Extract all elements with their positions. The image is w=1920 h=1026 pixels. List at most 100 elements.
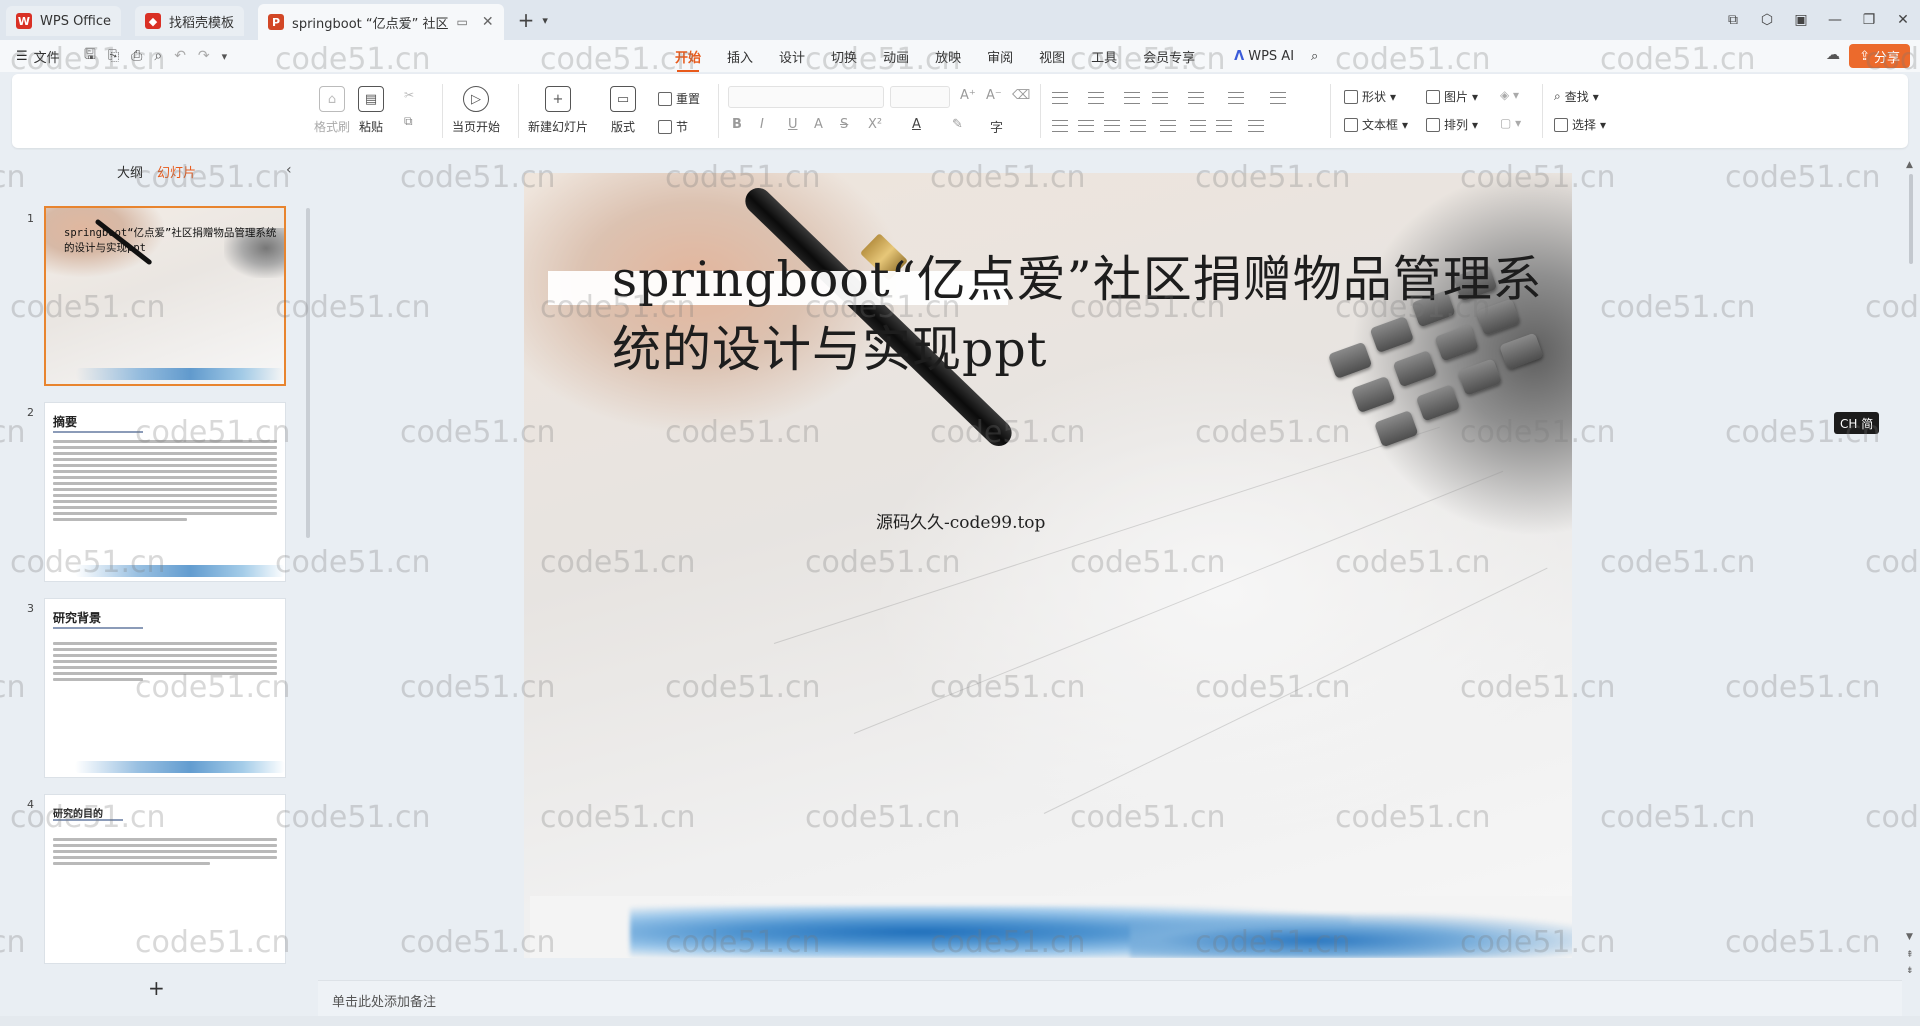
slide-canvas[interactable]: springboot“亿点爱”社区捐赠物品管理系统的设计与实现ppt 源码久久-…: [524, 173, 1572, 958]
italic-icon[interactable]: I: [760, 117, 764, 132]
strikethrough-icon[interactable]: S: [840, 117, 848, 132]
select-button[interactable]: 选择 ▾: [1554, 116, 1606, 133]
paragraph-icon[interactable]: [1248, 120, 1264, 132]
new-tab-button[interactable]: +: [518, 8, 535, 32]
slide-subtitle[interactable]: 源码久久-code99.top: [876, 508, 1045, 533]
paste-button[interactable]: ▤ 粘贴: [358, 86, 384, 135]
section-button[interactable]: 节: [658, 118, 688, 135]
justify-icon[interactable]: [1130, 120, 1146, 132]
scroll-up-icon[interactable]: ▲: [1906, 160, 1913, 170]
close-tab-icon[interactable]: ✕: [482, 14, 494, 30]
tab-view[interactable]: 视图: [1039, 47, 1065, 66]
undo-icon[interactable]: ↶: [174, 48, 186, 64]
align-left-icon[interactable]: [1052, 120, 1068, 132]
shape-button[interactable]: 形状 ▾: [1344, 88, 1396, 105]
distribute-icon[interactable]: [1160, 120, 1176, 132]
slide-thumbnail-1[interactable]: springboot“亿点爱”社区捐赠物品管理系统的设计与实现ppt: [44, 206, 286, 386]
tab-member[interactable]: 会员专享: [1143, 47, 1195, 66]
window-icon[interactable]: ▭: [457, 15, 468, 29]
next-slide-icon[interactable]: ⇟: [1906, 966, 1914, 976]
clear-format-icon[interactable]: ⌫: [1012, 88, 1030, 103]
vertical-align-icon[interactable]: [1190, 120, 1206, 132]
shrink-font-icon[interactable]: A⁻: [986, 88, 1002, 103]
share-button[interactable]: ⇪ 分享: [1849, 44, 1910, 68]
scroll-down-icon[interactable]: ▼: [1906, 932, 1913, 942]
print-preview-icon[interactable]: ⌕: [154, 48, 162, 64]
numbering-icon[interactable]: [1088, 92, 1104, 104]
outline-icon[interactable]: ▢ ▾: [1500, 116, 1521, 130]
cloud-sync-icon[interactable]: ☁: [1826, 47, 1840, 63]
increase-indent-icon[interactable]: [1152, 92, 1168, 104]
tab-wps-office[interactable]: W WPS Office: [6, 6, 122, 36]
cut-icon[interactable]: ✂: [404, 88, 414, 102]
tab-home[interactable]: 开始: [675, 47, 701, 72]
font-family-select[interactable]: [728, 86, 884, 108]
panel-scrollbar[interactable]: [306, 208, 310, 538]
slide-thumbnail-2[interactable]: 摘要: [44, 402, 286, 582]
sort-icon[interactable]: [1228, 92, 1244, 104]
font-color-icon[interactable]: A: [912, 117, 921, 132]
arrange-button[interactable]: 排列 ▾: [1426, 116, 1478, 133]
grow-font-icon[interactable]: A⁺: [960, 88, 976, 103]
align-right-icon[interactable]: [1104, 120, 1120, 132]
notes-pane[interactable]: 单击此处添加备注: [318, 980, 1902, 1016]
tab-outline[interactable]: 大纲: [117, 162, 143, 181]
layout-button[interactable]: ▭ 版式: [610, 86, 636, 135]
prev-slide-icon[interactable]: ⇞: [1906, 950, 1914, 960]
play-from-current-button[interactable]: ▷ 当页开始: [452, 86, 500, 135]
export-pdf-icon[interactable]: ⎘: [108, 48, 119, 64]
minimize-button[interactable]: —: [1818, 12, 1852, 28]
tab-tools[interactable]: 工具: [1091, 47, 1117, 66]
tab-slideshow[interactable]: 放映: [935, 47, 961, 66]
close-window-button[interactable]: ✕: [1886, 12, 1920, 28]
bullets-icon[interactable]: [1052, 92, 1068, 104]
save-icon[interactable]: 🖫: [84, 44, 96, 68]
tab-slides[interactable]: 幻灯片: [157, 162, 196, 181]
font-size-select[interactable]: [890, 86, 950, 108]
restore-button[interactable]: ❐: [1852, 12, 1886, 28]
slide-thumbnail-3[interactable]: 研究背景: [44, 598, 286, 778]
print-icon[interactable]: ⎙: [131, 48, 142, 64]
tab-design[interactable]: 设计: [779, 47, 805, 66]
fill-icon[interactable]: ◈ ▾: [1500, 88, 1519, 102]
line-spacing-icon[interactable]: [1216, 120, 1232, 132]
chevron-down-icon[interactable]: ▾: [222, 50, 228, 63]
vertical-scrollbar[interactable]: ▲ ▼ ⇞ ⇟: [1906, 160, 1914, 980]
copy-icon[interactable]: ⧉: [404, 114, 413, 129]
highlight-icon[interactable]: ✎: [952, 117, 963, 132]
superscript-icon[interactable]: X²: [868, 117, 882, 132]
search-icon[interactable]: ⌕: [1311, 49, 1318, 64]
tab-current-presentation[interactable]: P springboot “亿点爱” 社区 ▭ ✕: [258, 4, 504, 40]
format-painter-button[interactable]: ⌂ 格式刷: [314, 86, 350, 135]
wps-ai-button[interactable]: Λ WPS AI: [1234, 49, 1294, 64]
find-button[interactable]: ⌕ 查找 ▾: [1554, 88, 1599, 105]
tab-insert[interactable]: 插入: [727, 47, 753, 66]
picture-button[interactable]: 图片 ▾: [1426, 88, 1478, 105]
file-menu-button[interactable]: ☰ 文件: [16, 40, 60, 72]
slide-title[interactable]: springboot“亿点爱”社区捐赠物品管理系统的设计与实现ppt: [612, 245, 1572, 385]
ime-indicator[interactable]: CH 简: [1834, 412, 1880, 434]
columns-icon[interactable]: [1270, 92, 1286, 104]
tab-review[interactable]: 审阅: [987, 47, 1013, 66]
tab-animations[interactable]: 动画: [883, 47, 909, 66]
layout-icon[interactable]: ⧉: [1716, 12, 1750, 28]
redo-icon[interactable]: ↷: [198, 48, 210, 64]
text-direction-icon[interactable]: [1188, 92, 1204, 104]
cube-icon[interactable]: ⬡: [1750, 12, 1784, 28]
bold-icon[interactable]: B: [732, 117, 742, 132]
add-slide-button[interactable]: +: [148, 976, 165, 1000]
tab-docer-templates[interactable]: ◆ 找稻壳模板: [135, 6, 245, 36]
textbox-button[interactable]: 文本框 ▾: [1344, 116, 1408, 133]
new-slide-button[interactable]: + 新建幻灯片: [528, 86, 588, 135]
align-center-icon[interactable]: [1078, 120, 1094, 132]
avatar[interactable]: ▣: [1784, 12, 1818, 28]
reset-button[interactable]: 重置: [658, 90, 700, 107]
chevron-down-icon[interactable]: ▾: [542, 14, 548, 27]
slide-thumbnail-4[interactable]: 研究的目的: [44, 794, 286, 964]
collapse-panel-icon[interactable]: ‹: [286, 162, 292, 178]
shadow-icon[interactable]: A: [814, 117, 823, 132]
char-spacing-icon[interactable]: 字: [990, 117, 1003, 136]
tab-transitions[interactable]: 切换: [831, 47, 857, 66]
decrease-indent-icon[interactable]: [1124, 92, 1140, 104]
underline-icon[interactable]: U: [788, 117, 798, 132]
